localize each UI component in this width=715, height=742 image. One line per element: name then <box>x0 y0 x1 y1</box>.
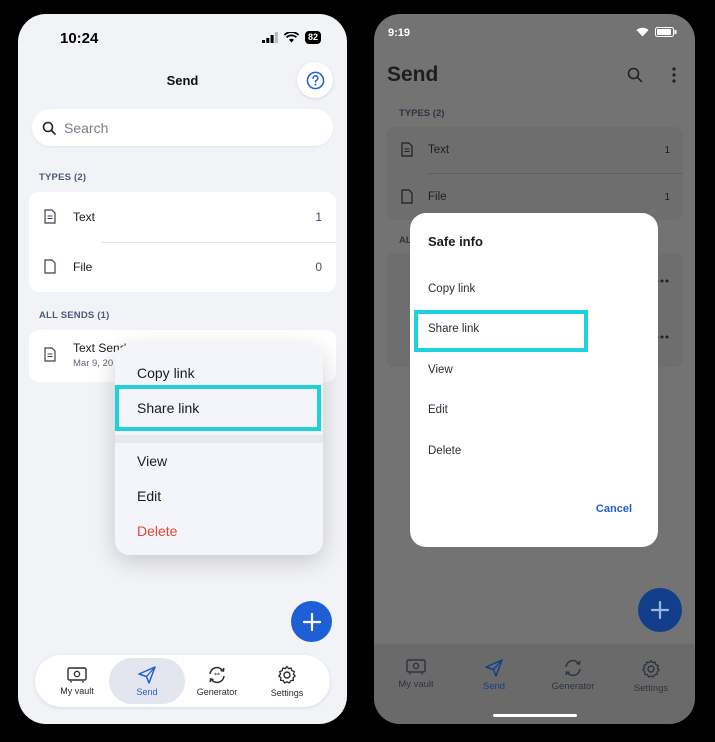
tab-my-vault[interactable]: My vault <box>39 658 115 704</box>
gear-icon <box>642 659 660 678</box>
dialog-title: Safe info <box>428 234 483 249</box>
share-link-highlight <box>115 385 321 431</box>
tab-label: Generator <box>196 686 238 697</box>
add-send-button[interactable] <box>291 601 332 642</box>
tab-label: My vault <box>398 679 434 690</box>
tab-send[interactable]: Send <box>109 658 185 704</box>
menu-view[interactable]: View <box>137 453 167 469</box>
tab-label: Send <box>136 686 158 697</box>
menu-separator <box>115 435 323 443</box>
type-count: 1 <box>664 191 670 203</box>
ios-phone-screen: 10:24 82 Send Search TYPES (2) Text 1 Fi… <box>18 14 347 724</box>
type-label: Text <box>73 210 96 224</box>
tab-my-vault[interactable]: My vault <box>384 659 448 690</box>
help-button[interactable] <box>297 62 333 98</box>
bottom-navigation: My vault Send Generator Settings <box>374 644 695 724</box>
type-label: Text <box>428 144 450 156</box>
dialog-view[interactable]: View <box>428 364 453 376</box>
share-link-highlight <box>414 310 588 352</box>
add-send-button[interactable] <box>638 588 682 632</box>
tab-bar: My vault Send ** Generator Settings <box>35 655 330 707</box>
types-section-label: TYPES (2) <box>39 172 87 183</box>
plus-icon <box>302 612 321 631</box>
menu-delete[interactable]: Delete <box>137 523 177 539</box>
tab-label: Send <box>482 681 506 692</box>
status-time: 9:19 <box>388 27 411 39</box>
page-title: Send <box>387 63 439 86</box>
context-menu: Copy link Share link View Edit Delete <box>115 345 323 555</box>
search-icon <box>42 121 56 135</box>
tab-send[interactable]: Send <box>462 659 526 692</box>
question-circle-icon <box>306 71 324 89</box>
home-indicator[interactable] <box>493 714 577 717</box>
dialog-delete[interactable]: Delete <box>428 445 461 457</box>
types-card: Text 1 File 0 <box>29 192 336 292</box>
generator-icon: ** <box>209 666 225 683</box>
generator-icon <box>565 659 581 677</box>
tab-label: Settings <box>633 683 669 694</box>
types-card: Text 1 File 1 <box>386 127 683 220</box>
text-doc-icon <box>401 142 413 157</box>
type-label: File <box>73 260 93 274</box>
safe-info-dialog: Safe info Copy link Share link View Edit… <box>410 213 658 547</box>
type-count: 1 <box>664 144 670 156</box>
dialog-copy-link[interactable]: Copy link <box>428 283 475 295</box>
battery-icon <box>655 27 677 37</box>
cellular-signal-icon <box>261 32 278 43</box>
type-count: 1 <box>315 210 322 224</box>
gear-icon <box>278 665 296 684</box>
menu-copy-link[interactable]: Copy link <box>137 365 195 381</box>
search-field[interactable]: Search <box>32 109 333 146</box>
send-icon <box>485 659 503 677</box>
tab-settings[interactable]: Settings <box>619 659 683 694</box>
text-doc-icon <box>44 347 56 362</box>
tab-settings[interactable]: Settings <box>249 658 325 704</box>
dialog-cancel-button[interactable]: Cancel <box>596 503 632 515</box>
tab-label: Settings <box>270 687 304 698</box>
vault-icon <box>406 659 426 675</box>
type-row-file[interactable]: File 0 <box>29 242 336 292</box>
tab-label: Generator <box>551 681 595 692</box>
file-icon <box>401 189 413 204</box>
types-section-label: TYPES (2) <box>399 108 445 119</box>
file-icon <box>44 259 56 274</box>
tab-generator[interactable]: ** Generator <box>179 658 255 704</box>
type-row-text[interactable]: Text 1 <box>29 192 336 242</box>
menu-edit[interactable]: Edit <box>137 488 161 504</box>
type-count: 0 <box>315 260 322 274</box>
type-label: File <box>428 191 447 203</box>
vault-icon <box>67 666 87 682</box>
status-time: 10:24 <box>60 30 99 47</box>
plus-icon <box>651 601 669 619</box>
tab-generator[interactable]: Generator <box>541 659 605 692</box>
wifi-icon <box>636 27 649 37</box>
send-icon <box>138 665 156 684</box>
more-options-icon[interactable] <box>672 67 676 83</box>
search-placeholder: Search <box>64 119 109 136</box>
wifi-icon <box>283 32 299 43</box>
android-phone-screen: 9:19 Send TYPES (2) Text 1 File 1 AL Saf… <box>374 14 695 724</box>
tab-label: My vault <box>60 685 94 696</box>
search-icon[interactable] <box>627 67 643 83</box>
all-sends-section-label: ALL SENDS (1) <box>39 310 110 321</box>
dialog-edit[interactable]: Edit <box>428 404 448 416</box>
text-doc-icon <box>44 209 56 224</box>
battery-indicator: 82 <box>304 31 321 44</box>
status-icons <box>636 27 677 37</box>
status-icons: 82 <box>261 31 321 44</box>
svg-text:**: ** <box>214 672 220 679</box>
type-row-text[interactable]: Text 1 <box>386 127 683 173</box>
